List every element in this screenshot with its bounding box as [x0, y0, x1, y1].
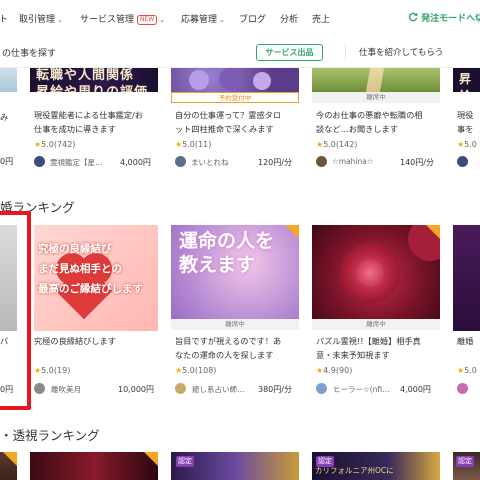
status-badge: 離席中 [171, 319, 299, 330]
card-rating: ★5.0(11) [175, 140, 212, 149]
card-rating: ★5.0 [457, 366, 477, 375]
card-price: 140円/分 [400, 158, 434, 167]
card-thumbnail[interactable] [30, 452, 158, 480]
section-title: ・透視ランキング [0, 428, 100, 443]
thumbnail-text: 転職や人間関係 昇給や周りの評価 [36, 68, 147, 92]
nav-item-label: 分析 [280, 15, 299, 25]
card-thumbnail[interactable]: 昇給 [453, 68, 480, 92]
card-thumbnail[interactable]: 転職や人間関係 昇給や周りの評価 [30, 68, 158, 92]
card-thumbnail[interactable] [453, 225, 480, 331]
nav-item-sales[interactable]: 売上 [312, 12, 330, 25]
nav-item-label: 取引管理 [19, 15, 56, 25]
seller-name[interactable]: ヒーラー☆(nfi… [333, 384, 390, 395]
card-rating: ★5.0(742) [34, 140, 76, 149]
corner-ribbon [285, 225, 299, 239]
card-title[interactable]: パズル霊視!!【離婚】相手真 意・未来予知視ます [316, 334, 421, 362]
status-badge: 予約受付中 [171, 92, 299, 103]
certified-badge: 認定 [456, 456, 474, 467]
nav-item-transactions[interactable]: 取引管理 ⌄ [19, 12, 63, 25]
nav-item-label: ト [0, 15, 9, 25]
card-rating: ★4.9(90) [316, 366, 353, 375]
card-title[interactable]: 離婚 [457, 334, 473, 348]
card-rating: ★5.0(19) [34, 366, 71, 375]
avatar[interactable] [316, 383, 327, 394]
chevron-down-icon: ⌄ [57, 16, 63, 24]
get-work-referral-link[interactable]: 仕事を紹介してもらう [359, 46, 443, 58]
list-service-button[interactable]: サービス出品 [256, 44, 323, 61]
card-price: 120円/分 [258, 158, 292, 167]
card-thumbnail[interactable] [0, 68, 17, 92]
card-price: 0円 [0, 157, 14, 166]
card-rating: ★5.0 [457, 140, 477, 149]
switch-label: 発注モードへ切 [421, 14, 480, 24]
avatar[interactable] [457, 156, 468, 167]
card-title[interactable]: 現役 事を [457, 108, 473, 136]
seller-name[interactable]: 癒し系占い師… [192, 384, 245, 395]
seller-name[interactable]: まいとれね [191, 157, 229, 168]
avatar[interactable] [175, 156, 186, 167]
nav-item-analytics[interactable]: 分析 [280, 12, 298, 25]
refresh-icon [408, 12, 418, 22]
seller-name[interactable]: 離吹美月 [51, 384, 81, 395]
avatar[interactable] [34, 383, 45, 394]
card-thumbnail[interactable]: 究極の良縁結び まだ見ぬ相手との 最高のご縁結びします [34, 225, 158, 331]
chevron-down-icon: ⌄ [159, 16, 166, 24]
thumbnail-text: 運命の人を 教えます [179, 230, 275, 276]
card-title[interactable]: 究極の良縁結びします [34, 334, 116, 348]
status-badge: 離席中 [312, 92, 440, 103]
chevron-down-icon: ⌄ [219, 16, 225, 24]
top-nav: ト 取引管理 ⌄ サービス管理 NEW ⌄ 応募管理 ⌄ ブログ 分析 売上 発注モード… [0, 0, 480, 36]
card-title[interactable]: 今のお仕事の悪癖や転職の相 談など…お聞きします [316, 108, 422, 136]
card-rating: ★5.0(108) [175, 366, 217, 375]
certified-badge: 認定 [176, 456, 194, 467]
card-thumbnail[interactable]: 運命の人を 教えます [171, 225, 299, 319]
nav-item-label: 応募管理 [181, 15, 218, 25]
seller-name[interactable]: ☆mahina☆ [332, 157, 374, 166]
thumbnail-text: 究極の良縁結び まだ見ぬ相手との 最高のご縁結びします [38, 243, 143, 295]
avatar[interactable] [457, 383, 468, 394]
card-title[interactable]: 現役霊能者による仕事鑑定/お 仕事を成功に導きます [34, 108, 143, 136]
nav-item-label: 売上 [312, 15, 331, 25]
find-work-link[interactable]: の仕事を探す [2, 46, 56, 59]
card-thumbnail[interactable] [312, 225, 440, 319]
nav-item-applications[interactable]: 応募管理 ⌄ [181, 12, 225, 25]
divider [345, 45, 346, 59]
corner-ribbon [3, 452, 17, 466]
corner-ribbon [144, 452, 158, 466]
avatar[interactable] [316, 156, 327, 167]
new-badge: NEW [137, 15, 158, 25]
status-badge: 離席中 [312, 319, 440, 330]
card-price: 4,000円 [400, 385, 431, 394]
card-price: 4,000円 [120, 158, 151, 167]
certified-badge: 認定 [316, 456, 334, 467]
card-price: 10,000円 [118, 385, 154, 394]
card-thumbnail[interactable] [171, 68, 299, 92]
thumbnail-text: 昇給 [459, 72, 472, 92]
highlight-frame [0, 211, 31, 410]
avatar[interactable] [175, 383, 186, 394]
card-rating: ★5.0(142) [316, 140, 358, 149]
avatar[interactable] [34, 156, 45, 167]
card-title[interactable]: み [0, 110, 8, 124]
seller-name[interactable]: 霊視鑑定【星… [50, 157, 103, 168]
nav-item-top[interactable]: ト [0, 12, 8, 25]
nav-item-label: サービス管理 [80, 15, 135, 25]
nav-item-label: ブログ [239, 15, 267, 25]
nav-item-services[interactable]: サービス管理 NEW ⌄ [80, 12, 165, 25]
nav-item-blog[interactable]: ブログ [239, 12, 266, 25]
switch-to-buyer-mode-link[interactable]: 発注モードへ切 [408, 11, 480, 24]
card-title[interactable]: 旨目ですが視えるのです！あ なたの運命の人を探します [175, 334, 281, 362]
card-price: 380円/分 [258, 385, 292, 394]
card-thumbnail[interactable] [312, 68, 440, 92]
corner-ribbon [426, 225, 440, 239]
card-title[interactable]: 自分の仕事運って？霊感タロ ット四柱推命で深くみます [175, 108, 281, 136]
row1-thumbnails: 転職や人間関係 昇給や周りの評価 昇給 [0, 68, 480, 92]
